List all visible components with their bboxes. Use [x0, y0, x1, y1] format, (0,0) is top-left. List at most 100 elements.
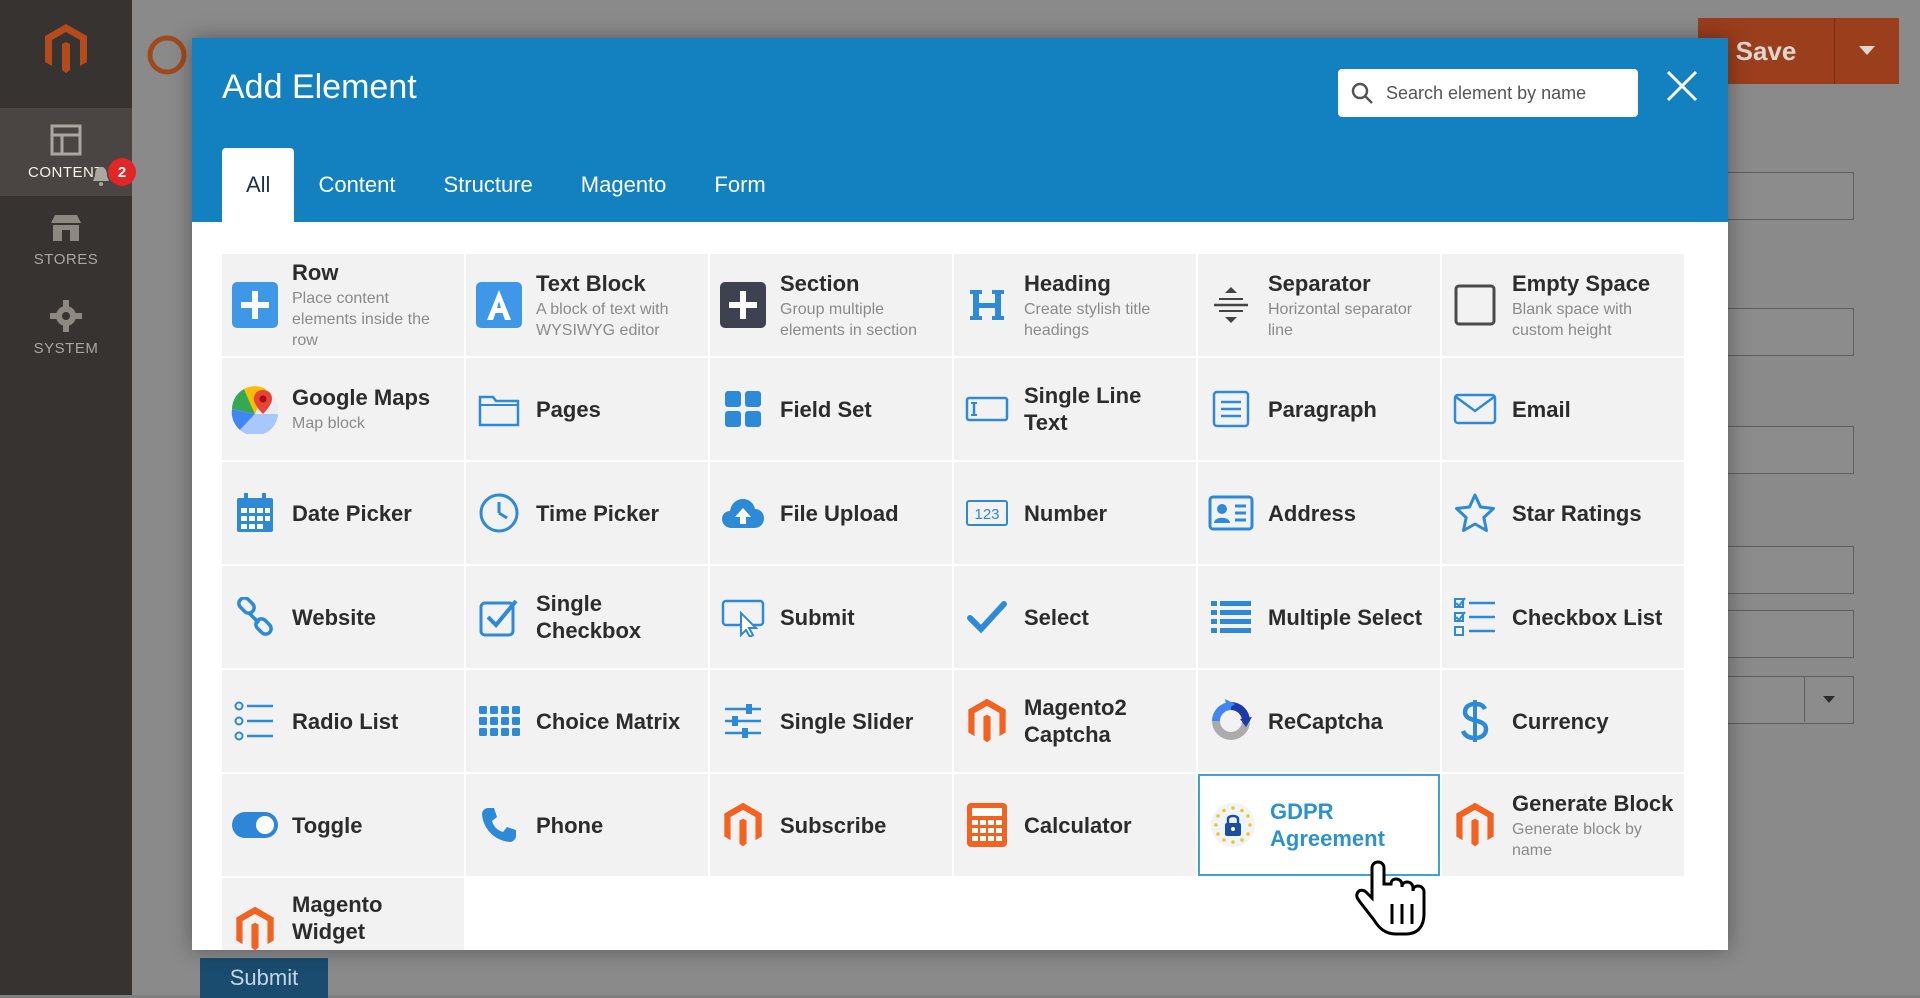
element-text: Paragraph: [1268, 396, 1377, 423]
element-name: Multiple Select: [1268, 604, 1423, 630]
element-name: Heading: [1024, 270, 1111, 296]
element-text: File Upload: [780, 500, 899, 527]
tab-form[interactable]: Form: [690, 148, 789, 222]
element-name: Separator: [1268, 270, 1371, 296]
matrix-icon: [472, 694, 526, 748]
element-card-date-picker[interactable]: Date Picker: [222, 462, 464, 564]
element-card-star-ratings[interactable]: Star Ratings: [1442, 462, 1684, 564]
magento-logo-icon: [228, 902, 282, 950]
sidebar-item-system[interactable]: SYSTEM: [0, 284, 132, 372]
element-card-toggle[interactable]: Toggle: [222, 774, 464, 876]
element-card-calculator[interactable]: Calculator: [954, 774, 1196, 876]
element-card-single-checkbox[interactable]: Single Checkbox: [466, 566, 708, 668]
element-name: Single Line Text: [1024, 383, 1142, 435]
element-name: Checkbox List: [1512, 604, 1663, 630]
element-card-checkbox-list[interactable]: Checkbox List: [1442, 566, 1684, 668]
magento-logo-icon[interactable]: [30, 22, 102, 82]
plus-icon: [228, 278, 282, 332]
element-card-number[interactable]: 123 Number: [954, 462, 1196, 564]
element-card-text-block[interactable]: Text Block A block of text with WYSIWYG e…: [466, 254, 708, 356]
link-icon: [228, 590, 282, 644]
element-card-currency[interactable]: Currency: [1442, 670, 1684, 772]
element-card-section[interactable]: Section Group multiple elements in sectio…: [710, 254, 952, 356]
element-card-select[interactable]: Select: [954, 566, 1196, 668]
element-text: Time Picker: [536, 500, 659, 527]
sidebar-item-label: SYSTEM: [33, 339, 99, 357]
search-input[interactable]: [1384, 81, 1618, 105]
element-card-time-picker[interactable]: Time Picker: [466, 462, 708, 564]
calendar-icon: [228, 486, 282, 540]
element-card-empty-space[interactable]: Empty Space Blank space with custom heigh…: [1442, 254, 1684, 356]
element-text: Single Slider: [780, 708, 913, 735]
element-card-recaptcha[interactable]: ReCaptcha: [1198, 670, 1440, 772]
element-name: Paragraph: [1268, 396, 1377, 422]
element-text: Website: [292, 604, 376, 631]
element-card-website[interactable]: Website: [222, 566, 464, 668]
element-text: GDPR Agreement: [1270, 798, 1430, 852]
search-box[interactable]: [1338, 69, 1638, 117]
element-text: Star Ratings: [1512, 500, 1642, 527]
plus-dark-icon: [716, 278, 770, 332]
chevron-down-icon: [1804, 676, 1853, 722]
save-options-button[interactable]: [1834, 18, 1899, 84]
submit-button[interactable]: Submit: [200, 958, 328, 998]
element-text: Magento2 Captcha: [1024, 694, 1188, 748]
element-card-subscribe[interactable]: Subscribe: [710, 774, 952, 876]
element-card-magento-widget[interactable]: Magento Widget Generate block: [222, 878, 464, 950]
element-name: Select: [1024, 604, 1089, 630]
element-card-row[interactable]: Row Place content elements inside the row: [222, 254, 464, 356]
element-text: Multiple Select: [1268, 604, 1422, 631]
element-text: Heading Create stylish title headings: [1024, 270, 1188, 341]
element-card-email[interactable]: Email: [1442, 358, 1684, 460]
element-description: Map block: [292, 415, 365, 432]
element-text: Radio List: [292, 708, 398, 735]
element-card-google-maps[interactable]: Google Maps Map block: [222, 358, 464, 460]
dollar-icon: [1448, 694, 1502, 748]
element-name: Currency: [1512, 708, 1609, 734]
tab-magento[interactable]: Magento: [557, 148, 691, 222]
element-card-separator[interactable]: Separator Horizontal separator line: [1198, 254, 1440, 356]
close-button[interactable]: [1662, 66, 1702, 106]
tab-structure[interactable]: Structure: [420, 148, 557, 222]
element-name: Date Picker: [292, 500, 412, 526]
element-card-magento2-captcha[interactable]: Magento2 Captcha: [954, 670, 1196, 772]
element-description: Generate block: [292, 947, 456, 951]
element-name: Google Maps: [292, 385, 431, 410]
element-card-paragraph[interactable]: Paragraph: [1198, 358, 1440, 460]
element-card-pages[interactable]: Pages: [466, 358, 708, 460]
element-name: Number: [1024, 500, 1108, 526]
background-field: [1726, 610, 1854, 658]
background-field: [1726, 172, 1854, 220]
element-description: Place content elements inside the row: [292, 290, 430, 349]
element-card-phone[interactable]: Phone: [466, 774, 708, 876]
element-card-choice-matrix[interactable]: Choice Matrix: [466, 670, 708, 772]
cloud-upload-icon: [716, 486, 770, 540]
element-card-address[interactable]: Address: [1198, 462, 1440, 564]
element-card-single-line-text[interactable]: Single Line Text: [954, 358, 1196, 460]
tab-content[interactable]: Content: [294, 148, 419, 222]
element-grid-scroll[interactable]: Row Place content elements inside the row…: [222, 254, 1706, 950]
element-card-file-upload[interactable]: File Upload: [710, 462, 952, 564]
element-card-submit[interactable]: Submit: [710, 566, 952, 668]
google-maps-icon: [228, 382, 282, 436]
submit-pointer-icon: [716, 590, 770, 644]
element-card-generate-block[interactable]: Generate Block Generate block by name: [1442, 774, 1684, 876]
element-card-heading[interactable]: Heading Create stylish title headings: [954, 254, 1196, 356]
modal-title: Add Element: [222, 68, 417, 106]
magento-logo-icon: [1448, 798, 1502, 852]
element-card-radio-list[interactable]: Radio List: [222, 670, 464, 772]
element-card-field-set[interactable]: Field Set: [710, 358, 952, 460]
gear-icon: [50, 299, 82, 332]
element-name: ReCaptcha: [1268, 708, 1383, 734]
notification-badge: 2: [108, 158, 136, 186]
element-card-multiple-select[interactable]: Multiple Select: [1198, 566, 1440, 668]
element-name: Empty Space: [1512, 270, 1651, 296]
checkbox-icon: [472, 590, 526, 644]
sidebar-item-stores[interactable]: STORES: [0, 196, 132, 284]
tab-all[interactable]: All: [222, 148, 295, 222]
element-name: File Upload: [780, 500, 899, 526]
element-text: Toggle: [292, 812, 362, 839]
modal-header: Add Element All Content Structure Magent…: [192, 38, 1728, 222]
element-card-single-slider[interactable]: Single Slider: [710, 670, 952, 772]
folder-tab-icon: [472, 382, 526, 436]
